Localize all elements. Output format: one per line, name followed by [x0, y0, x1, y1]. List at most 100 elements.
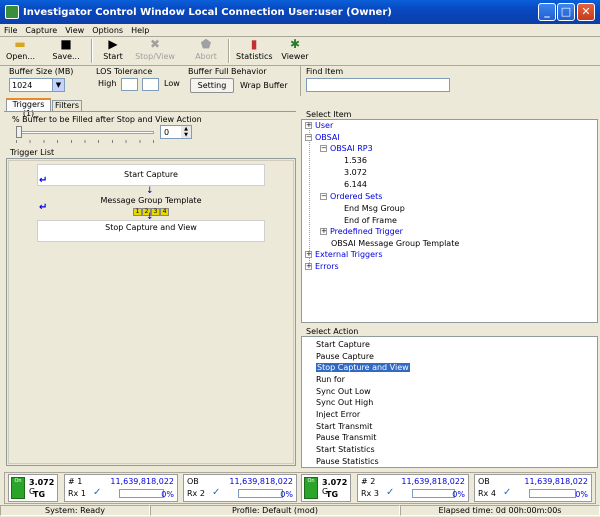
rx-2-panel[interactable]: OB 11,639,818,022 Rx 2 ✓ 0% [183, 474, 297, 502]
tree-obsai-template[interactable]: OBSAI Message Group Template [331, 239, 459, 248]
trigger-list-header: Trigger List [10, 148, 55, 157]
tree-external-triggers[interactable]: + External Triggers [305, 250, 383, 259]
tab-triggers[interactable]: Triggers (1) [6, 98, 51, 118]
maximize-button[interactable]: □ [557, 3, 575, 21]
action-start-statistics[interactable]: Start Statistics [316, 445, 375, 454]
tab-filters[interactable]: Filters [52, 100, 82, 111]
slider-thumb[interactable] [16, 126, 22, 138]
rx-progress-bar [238, 489, 283, 498]
trigger-stop-capture-view[interactable]: Stop Capture and View [37, 220, 265, 242]
rx-progress-bar [529, 489, 576, 498]
rx-percent: 0% [452, 490, 465, 499]
chevron-down-icon[interactable]: ▼ [52, 79, 64, 91]
status-bar: System: Ready Profile: Default (mod) Ela… [0, 505, 600, 517]
rx-name: Rx 4 [478, 489, 496, 498]
rx-3-panel[interactable]: # 2 11,639,818,022 Rx 3 ✓ 0% [357, 474, 469, 502]
status-profile: Profile: Default (mod) [150, 505, 400, 516]
viewer-label: Viewer [281, 52, 309, 61]
tab-filters-label: Filters [55, 101, 79, 110]
viewer-icon: ✱ [289, 37, 301, 51]
port-1-status[interactable]: On 3.072 G TG [8, 474, 58, 502]
collapse-icon[interactable]: − [305, 134, 312, 141]
action-start-capture[interactable]: Start Capture [316, 340, 370, 349]
folder-icon: ▬ [14, 37, 26, 51]
abort-label: Abort [195, 52, 217, 61]
action-sync-out-high[interactable]: Sync Out High [316, 398, 373, 407]
template-label: Message Group Template [100, 196, 202, 205]
rx-number: # 1 [68, 477, 83, 486]
spin-down-icon[interactable]: ▼ [181, 132, 191, 138]
tree-end-msg-group[interactable]: End Msg Group [344, 204, 405, 213]
tree-obsai-rp3[interactable]: − OBSAI RP3 [320, 144, 373, 153]
checkmark-icon: ✓ [212, 487, 221, 498]
tree-user[interactable]: + User [305, 121, 333, 130]
find-item-input[interactable] [306, 78, 450, 92]
action-pause-statistics[interactable]: Pause Statistics [316, 457, 379, 466]
los-high-input[interactable] [121, 78, 138, 91]
tree-end-of-frame[interactable]: End of Frame [344, 216, 397, 225]
action-run-for[interactable]: Run for [316, 375, 345, 384]
collapse-icon[interactable]: − [320, 193, 327, 200]
port-mode: TG [326, 490, 339, 499]
buffer-fill-spinner[interactable]: 0 ▲ ▼ [160, 125, 192, 139]
port-rate: 3.072 [29, 478, 55, 487]
abort-button[interactable]: ⬟ Abort [192, 37, 220, 65]
menu-options[interactable]: Options [92, 26, 123, 35]
menu-help[interactable]: Help [131, 26, 149, 35]
action-inject-error[interactable]: Inject Error [316, 410, 360, 419]
toolbar-divider [228, 39, 230, 63]
action-stop-capture-view[interactable]: Stop Capture and View [316, 363, 410, 372]
port-2-status[interactable]: On 3.072 G TG [301, 474, 351, 502]
viewer-button[interactable]: ✱ Viewer [281, 37, 309, 65]
expand-icon[interactable]: + [305, 251, 312, 258]
expand-icon[interactable]: + [305, 122, 312, 129]
tree-errors[interactable]: + Errors [305, 262, 339, 271]
tree-rate-1[interactable]: 1.536 [344, 156, 367, 165]
stop-view-icon: ✖ [149, 37, 161, 51]
rx-name: Rx 1 [68, 489, 86, 498]
rx-count: 11,639,818,022 [524, 477, 588, 486]
trigger-start-capture[interactable]: Start Capture [37, 164, 265, 186]
expand-icon[interactable]: + [320, 228, 327, 235]
tree-rate-2[interactable]: 3.072 [344, 168, 367, 177]
open-label: Open... [6, 52, 35, 61]
rx-1-panel[interactable]: # 1 11,639,818,022 Rx 1 ✓ 0% [64, 474, 178, 502]
statistics-button[interactable]: ▮ Statistics [236, 37, 273, 65]
tree-ordered-sets[interactable]: − Ordered Sets [320, 192, 382, 201]
rx-name: Rx 2 [187, 489, 205, 498]
expand-icon[interactable]: + [305, 263, 312, 270]
tree-obsai-rp3-label: OBSAI RP3 [330, 144, 373, 153]
buffer-size-select[interactable]: 1024 ▼ [9, 78, 65, 92]
start-label: Start [103, 52, 123, 61]
save-button[interactable]: ■ Save... [52, 37, 80, 65]
floppy-icon: ■ [60, 37, 72, 51]
rx-4-panel[interactable]: OB 11,639,818,022 Rx 4 ✓ 0% [474, 474, 592, 502]
play-icon: ▶ [108, 37, 118, 51]
action-start-transmit[interactable]: Start Transmit [316, 422, 372, 431]
close-button[interactable]: ✕ [577, 3, 595, 21]
buffer-fill-slider[interactable] [16, 126, 154, 144]
action-sync-out-low[interactable]: Sync Out Low [316, 387, 371, 396]
collapse-icon[interactable]: − [320, 145, 327, 152]
title-bar: Investigator Control Window Local Connec… [0, 0, 600, 24]
menu-capture[interactable]: Capture [25, 26, 57, 35]
action-pause-capture[interactable]: Pause Capture [316, 352, 374, 361]
setting-button[interactable]: Setting [190, 78, 234, 93]
rx-number: OB [478, 477, 490, 486]
tree-predefined-trigger[interactable]: + Predefined Trigger [320, 227, 403, 236]
tree-obsai[interactable]: − OBSAI [305, 133, 340, 142]
minimize-button[interactable]: _ [538, 3, 556, 21]
rx-number: # 2 [361, 477, 376, 486]
stop-view-button[interactable]: ✖ Stop/View [133, 37, 177, 65]
action-pause-transmit[interactable]: Pause Transmit [316, 433, 376, 442]
start-button[interactable]: ▶ Start [99, 37, 127, 65]
open-button[interactable]: ▬ Open... [6, 37, 35, 65]
status-system: System: Ready [0, 505, 150, 516]
menu-view[interactable]: View [65, 26, 84, 35]
slider-ticks [16, 140, 154, 143]
tree-rate-3[interactable]: 6.144 [344, 180, 367, 189]
tree-predefined-trigger-label: Predefined Trigger [330, 227, 403, 236]
rx-count: 11,639,818,022 [229, 477, 293, 486]
menu-file[interactable]: File [4, 26, 17, 35]
los-low-input[interactable] [142, 78, 159, 91]
